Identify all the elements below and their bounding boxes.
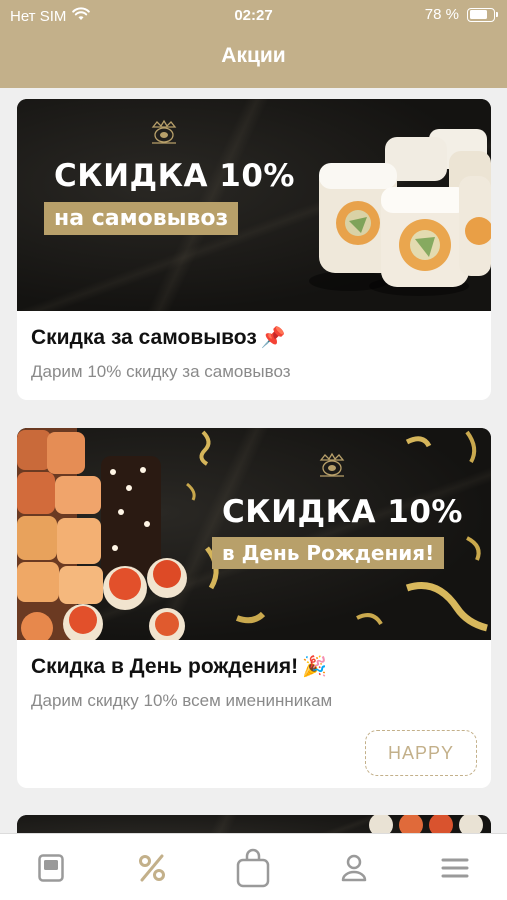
profile-icon bbox=[341, 854, 366, 881]
page-title: Акции bbox=[221, 44, 286, 67]
menu-book-icon bbox=[37, 853, 64, 882]
battery-level bbox=[469, 10, 488, 19]
promo-tag-happy[interactable]: HAPPY bbox=[365, 730, 477, 776]
promo-card-birthday[interactable]: СКИДКА 10% в День Рождения! Скидка в Ден… bbox=[17, 428, 491, 788]
banner-ribbon: в День Рождения! bbox=[212, 537, 445, 569]
promo-subtitle: Дарим 10% скидку за самовывоз bbox=[31, 362, 291, 381]
battery-percent: 78 % bbox=[424, 6, 459, 23]
tab-menu[interactable] bbox=[0, 834, 101, 900]
sushi-image bbox=[369, 815, 483, 835]
promo-banner-birthday: СКИДКА 10% в День Рождения! bbox=[17, 428, 491, 640]
percent-icon bbox=[138, 854, 165, 881]
hamburger-menu-icon bbox=[441, 858, 468, 877]
battery-icon bbox=[467, 7, 498, 22]
tab-profile[interactable] bbox=[303, 834, 404, 900]
sushi-rolls-image bbox=[309, 129, 491, 296]
tab-more[interactable] bbox=[404, 834, 505, 900]
banner-heading: СКИДКА 10% bbox=[222, 494, 463, 530]
promo-card-body: Скидка за самовывоз 📌 Дарим 10% скидку з… bbox=[17, 311, 491, 382]
promo-title-text: Скидка за самовывоз bbox=[31, 325, 257, 349]
promo-card-pickup[interactable]: СКИДКА 10% на самовывоз Скидка за самовы… bbox=[17, 99, 491, 400]
tab-promotions[interactable] bbox=[101, 834, 202, 900]
promo-subtitle: Дарим скидку 10% всем именинникам bbox=[31, 691, 333, 710]
header-bar: Нет SIM 02:27 78 % Акции bbox=[0, 0, 507, 88]
crest-logo-icon bbox=[319, 452, 345, 477]
status-right: 78 % bbox=[424, 6, 498, 23]
status-bar: Нет SIM 02:27 78 % bbox=[0, 0, 507, 32]
promo-title: Скидка за самовывоз 📌 bbox=[31, 325, 477, 350]
crest-logo-icon bbox=[151, 119, 177, 144]
banner-heading: СКИДКА 10% bbox=[54, 158, 295, 194]
promo-title: Скидка в День рождения! 🎉 bbox=[31, 654, 477, 679]
promo-card-body: Скидка в День рождения! 🎉 Дарим скидку 1… bbox=[17, 640, 491, 711]
cart-bag-icon bbox=[236, 848, 269, 887]
tab-cart[interactable] bbox=[202, 834, 303, 900]
tab-bar bbox=[0, 833, 507, 900]
banner-ribbon: на самовывоз bbox=[44, 202, 239, 235]
pushpin-icon: 📌 bbox=[260, 327, 286, 349]
promo-title-text: Скидка в День рождения! bbox=[31, 654, 299, 678]
promo-banner-pickup: СКИДКА 10% на самовывоз bbox=[17, 99, 491, 311]
party-popper-icon: 🎉 bbox=[302, 656, 328, 678]
